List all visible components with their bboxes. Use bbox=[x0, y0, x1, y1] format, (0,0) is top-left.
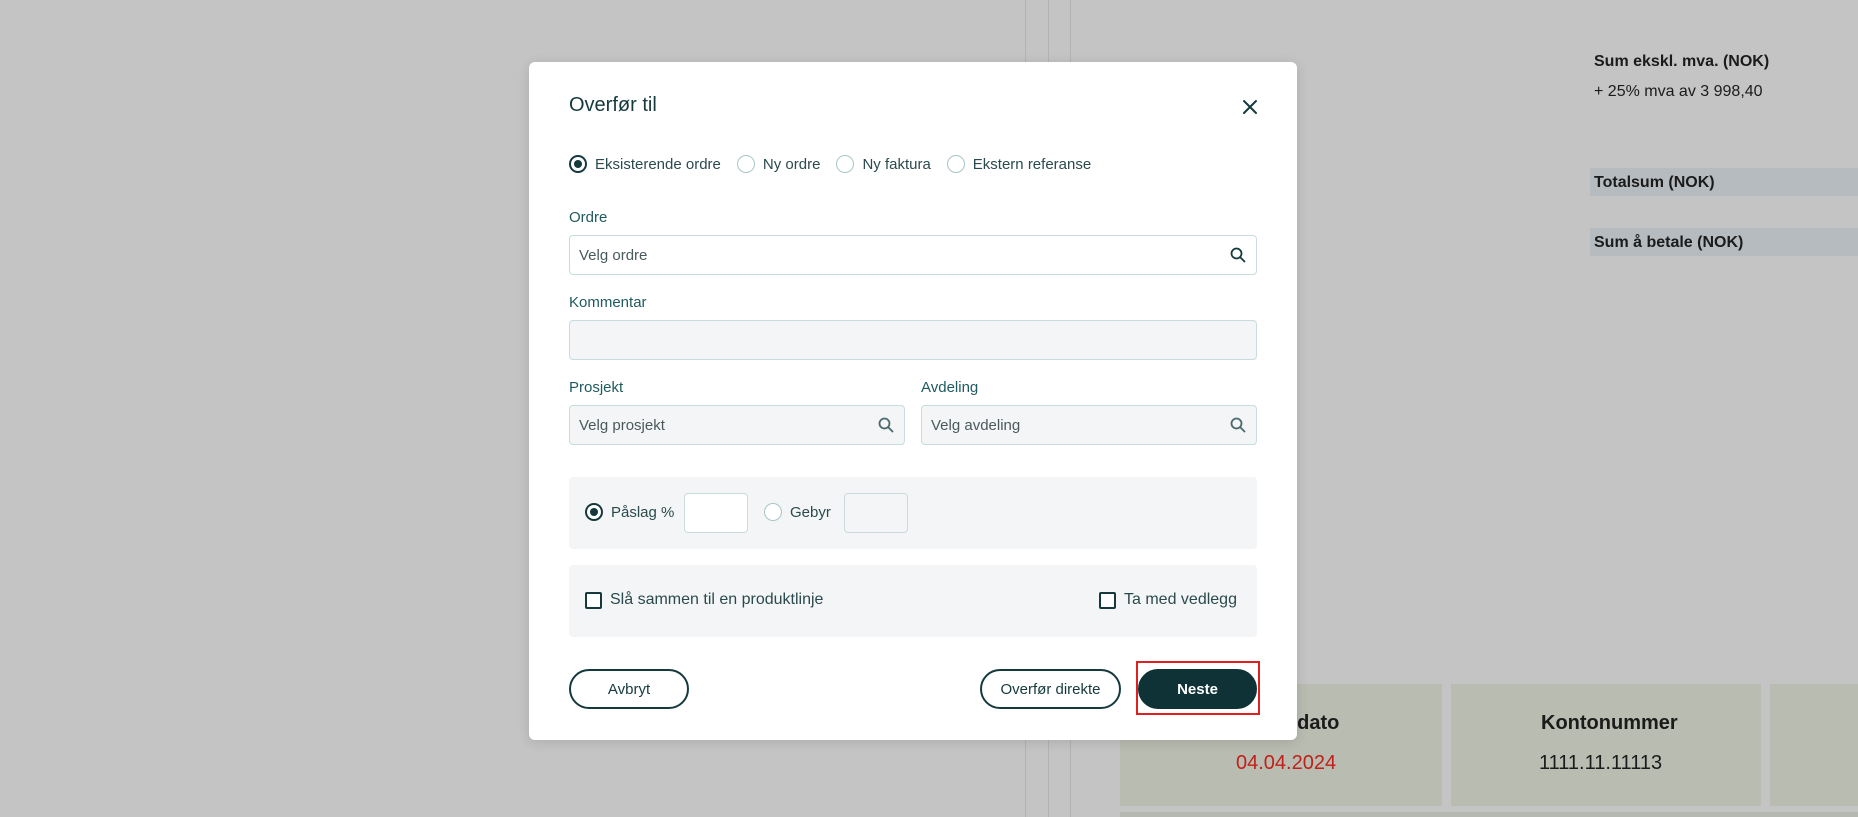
markup-percent-input[interactable] bbox=[684, 493, 748, 533]
order-search-button[interactable] bbox=[1220, 236, 1256, 274]
search-icon bbox=[1230, 417, 1246, 433]
radio-button[interactable] bbox=[736, 155, 755, 173]
department-placeholder: Velg avdeling bbox=[931, 416, 1021, 434]
comment-field[interactable] bbox=[569, 320, 1257, 360]
include-attachments-option[interactable]: Ta med vedlegg bbox=[1099, 591, 1237, 609]
project-field[interactable]: Velg prosjekt bbox=[569, 405, 905, 445]
account-label: Kontonummer bbox=[1541, 712, 1678, 734]
close-button[interactable] bbox=[1236, 93, 1264, 121]
transfer-dialog: Overfør til Eksisterende ordre Ny ordre … bbox=[529, 62, 1297, 740]
radio-button[interactable] bbox=[585, 503, 603, 521]
transfer-direct-button[interactable]: Overfør direkte bbox=[980, 669, 1121, 709]
radio-markup-percent[interactable]: Påslag % bbox=[585, 503, 674, 521]
order-label: Ordre bbox=[569, 209, 608, 226]
account-box bbox=[1451, 684, 1761, 806]
markup-percent-label: Påslag % bbox=[611, 503, 675, 521]
comment-label: Kommentar bbox=[569, 294, 647, 311]
include-attachments-checkbox[interactable] bbox=[1099, 591, 1116, 609]
info-box bbox=[1770, 684, 1858, 806]
project-placeholder: Velg prosjekt bbox=[579, 416, 665, 434]
divider bbox=[1120, 812, 1858, 817]
markup-panel: Påslag % Gebyr bbox=[569, 477, 1257, 549]
cancel-button[interactable]: Avbryt bbox=[569, 669, 689, 709]
close-icon bbox=[1243, 100, 1257, 114]
radio-label: Ny ordre bbox=[762, 155, 821, 173]
department-search-button[interactable] bbox=[1220, 406, 1256, 444]
order-field[interactable]: Velg ordre bbox=[569, 235, 1257, 275]
search-icon bbox=[878, 417, 894, 433]
radio-button[interactable] bbox=[764, 503, 782, 521]
department-field[interactable]: Velg avdeling bbox=[921, 405, 1257, 445]
project-label: Prosjekt bbox=[569, 379, 624, 396]
fee-label: Gebyr bbox=[790, 503, 831, 521]
project-search-button[interactable] bbox=[868, 406, 904, 444]
radio-button[interactable] bbox=[946, 155, 965, 173]
radio-label: Ny faktura bbox=[862, 155, 931, 173]
due-date-value: 04.04.2024 bbox=[1236, 752, 1337, 774]
radio-fee[interactable]: Gebyr bbox=[764, 503, 831, 521]
department-label: Avdeling bbox=[921, 379, 979, 396]
radio-label: Eksisterende ordre bbox=[595, 155, 721, 173]
radio-button[interactable] bbox=[836, 155, 855, 173]
dialog-title: Overfør til bbox=[569, 94, 657, 116]
merge-lines-option[interactable]: Slå sammen til en produktlinje bbox=[585, 591, 823, 609]
sum-excl-vat-label: Sum ekskl. mva. (NOK) bbox=[1594, 53, 1770, 70]
radio-button[interactable] bbox=[569, 155, 587, 173]
merge-lines-label: Slå sammen til en produktlinje bbox=[610, 591, 824, 608]
radio-label: Ekstern referanse bbox=[972, 155, 1092, 173]
vat-line: + 25% mva av 3 998,40 bbox=[1594, 83, 1763, 100]
include-attachments-label: Ta med vedlegg bbox=[1124, 591, 1237, 608]
radio-new-order[interactable]: Ny ordre bbox=[736, 155, 821, 173]
total-label: Totalsum (NOK) bbox=[1594, 174, 1715, 191]
options-panel: Slå sammen til en produktlinje Ta med ve… bbox=[569, 565, 1257, 637]
merge-lines-checkbox[interactable] bbox=[585, 591, 602, 609]
fee-input[interactable] bbox=[844, 493, 908, 533]
radio-external-reference[interactable]: Ekstern referanse bbox=[946, 155, 1092, 173]
account-value: 1111.11.11113 bbox=[1539, 752, 1663, 774]
radio-new-invoice[interactable]: Ny faktura bbox=[836, 155, 931, 173]
highlight-box bbox=[1136, 661, 1260, 715]
transfer-type-radio-group: Eksisterende ordre Ny ordre Ny faktura E… bbox=[569, 153, 1107, 175]
search-icon bbox=[1230, 247, 1246, 263]
radio-existing-order[interactable]: Eksisterende ordre bbox=[569, 155, 721, 173]
order-placeholder: Velg ordre bbox=[579, 246, 648, 264]
to-pay-label: Sum å betale (NOK) bbox=[1594, 234, 1744, 251]
